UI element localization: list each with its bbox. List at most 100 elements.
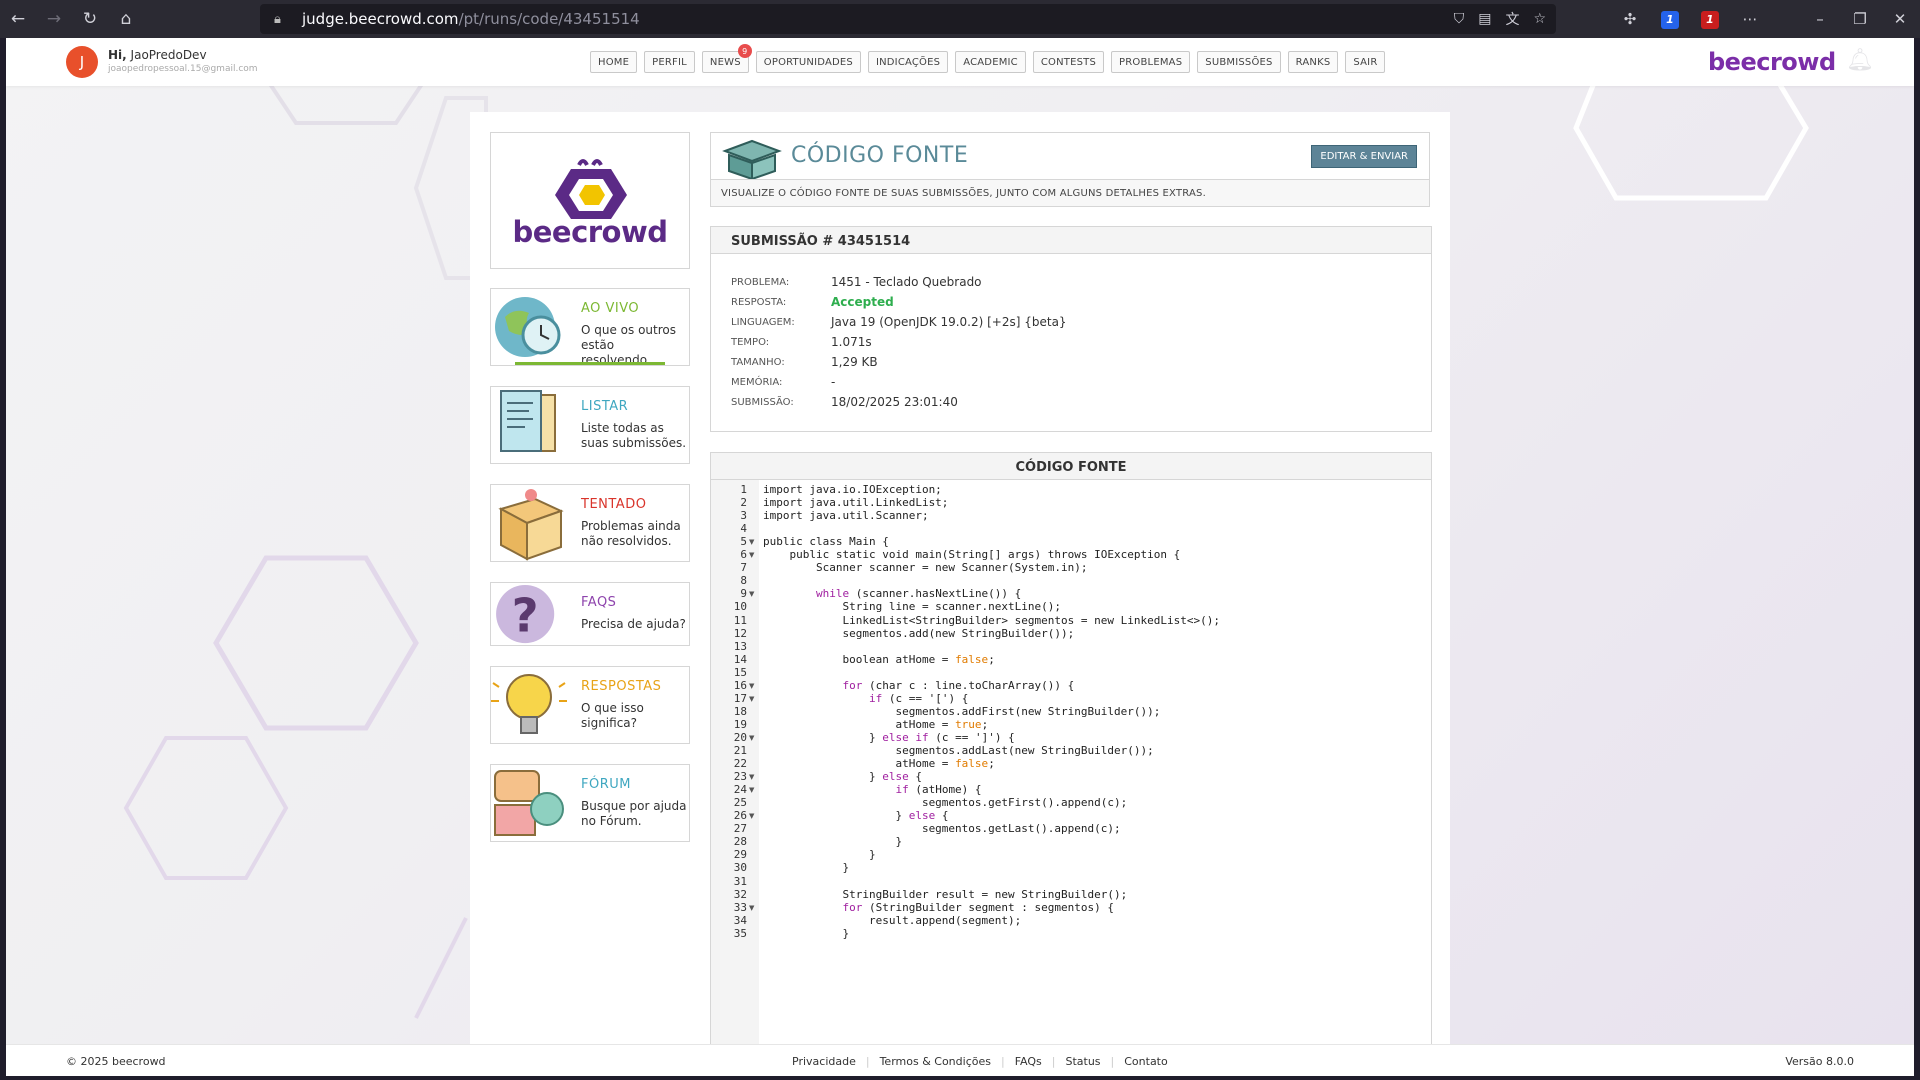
line-number: 21 (733, 744, 747, 757)
shield-icon[interactable]: ⛉ (1454, 11, 1465, 27)
nav-academic[interactable]: ACADEMIC (955, 51, 1026, 73)
source-header: CÓDIGO FONTE EDITAR & ENVIAR VISUALIZE O… (710, 132, 1430, 207)
footer-link-status[interactable]: Status (1065, 1055, 1100, 1068)
line-number: 11 (733, 613, 747, 627)
footer-link-faqs[interactable]: FAQs (1015, 1055, 1042, 1068)
code-line: } else if (c == ']') { (763, 730, 1015, 744)
footer-link-termos[interactable]: Termos & Condições (880, 1055, 991, 1068)
nav-home[interactable]: HOME (590, 51, 638, 73)
fold-toggle-icon[interactable]: ▼ (749, 773, 754, 781)
extension-red-icon[interactable]: 1 (1690, 9, 1730, 29)
footer-link-contato[interactable]: Contato (1124, 1055, 1167, 1068)
nav-sair[interactable]: SAIR (1345, 51, 1386, 73)
line-number: 32 (733, 887, 747, 901)
code-line: LinkedList<StringBuilder> segmentos = ne… (763, 613, 1220, 627)
brand-logo[interactable]: beecrowd (1708, 48, 1836, 76)
nav-news[interactable]: NEWS 9 (701, 44, 752, 73)
card-listar[interactable]: LISTAR Liste todas as suas submissões. (490, 386, 690, 464)
fold-toggle-icon[interactable]: ▼ (749, 904, 754, 912)
bookmark-icon[interactable]: ☆ (1533, 11, 1546, 27)
restore-icon[interactable]: ❐ (1840, 10, 1880, 28)
fold-toggle-icon[interactable]: ▼ (749, 734, 754, 742)
extension-blue-icon[interactable]: 1 (1650, 9, 1690, 29)
open-box-icon (722, 139, 782, 179)
fold-toggle-icon[interactable]: ▼ (749, 682, 754, 690)
nav-problemas[interactable]: PROBLEMAS (1111, 51, 1191, 73)
line-number: 27 (733, 822, 747, 836)
code-line: if (c == '[') { (868, 691, 969, 705)
box-icon (498, 489, 564, 561)
line-number: 15 (733, 665, 747, 679)
lightbulb-icon (491, 674, 567, 734)
line-number: 10 (733, 600, 747, 614)
line-number: 26 (733, 809, 747, 823)
fold-toggle-icon[interactable]: ▼ (749, 551, 754, 559)
code-line: import java.io.IOException; (763, 483, 942, 496)
line-number: 29 (733, 848, 747, 862)
code-heading: CÓDIGO FONTE (711, 453, 1431, 480)
home-icon[interactable]: ⌂ (108, 0, 144, 38)
fold-toggle-icon[interactable]: ▼ (749, 695, 754, 703)
beecrowd-logo-box[interactable]: beecrowd (490, 132, 690, 269)
code-line: if (atHome) { (895, 783, 982, 797)
line-number: 6 (740, 548, 747, 562)
fold-toggle-icon[interactable]: ▼ (749, 812, 754, 820)
nav-ranks[interactable]: RANKS (1287, 51, 1339, 73)
address-bar[interactable]: 🔒︎ judge.beecrowd.com/pt/runs/code/43451… (260, 4, 1556, 34)
fold-toggle-icon[interactable]: ▼ (749, 538, 754, 546)
globe-clock-icon (495, 297, 561, 357)
code-line: segmentos.addLast(new StringBuilder()); (763, 744, 1154, 757)
code-line: while (scanner.hasNextLine()) { (815, 587, 1022, 601)
nav-contests[interactable]: CONTESTS (1032, 51, 1105, 73)
fold-toggle-icon[interactable]: ▼ (749, 590, 754, 598)
nav-submissoes[interactable]: SUBMISSÕES (1197, 51, 1281, 73)
translate-icon[interactable]: 文 (1505, 9, 1519, 29)
card-respostas[interactable]: RESPOSTAS O que isso significa? (490, 666, 690, 744)
card-respostas-title: RESPOSTAS (581, 679, 662, 694)
minimize-icon[interactable]: – (1800, 10, 1840, 28)
menu-icon[interactable]: ⋯ (1730, 10, 1770, 28)
card-forum[interactable]: FÓRUM Busque por ajuda no Fórum. (490, 764, 690, 842)
card-ao-vivo[interactable]: AO VIVO O que os outros estão resolvendo… (490, 288, 690, 367)
bell-icon[interactable]: 🔔︎ (1846, 48, 1874, 73)
field-value-resposta: Accepted (831, 295, 894, 309)
line-number: 12 (733, 626, 747, 640)
card-faqs[interactable]: ? FAQS Precisa de ajuda? (490, 582, 690, 646)
back-icon[interactable]: ← (0, 0, 36, 38)
fold-toggle-icon[interactable]: ▼ (749, 786, 754, 794)
code-line: } (763, 848, 876, 862)
line-number: 3 (740, 509, 747, 523)
code-line: result.append(segment); (763, 913, 1022, 927)
close-icon[interactable]: ✕ (1880, 10, 1920, 28)
nav-indicacoes[interactable]: INDICAÇÕES (867, 51, 949, 73)
line-number: 13 (733, 639, 747, 653)
line-number: 9 (740, 587, 747, 601)
reader-view-icon[interactable]: ▤ (1478, 11, 1491, 27)
line-number: 8 (740, 574, 747, 588)
news-badge: 9 (737, 44, 752, 58)
page-viewport: J Hi, JaoPredoDev joaopedropessoal.15@gm… (6, 38, 1914, 1076)
footer-separator: | (865, 1055, 870, 1068)
nav-perfil[interactable]: PERFIL (644, 51, 695, 73)
line-number: 33 (733, 900, 747, 914)
code-line: atHome = true; (763, 717, 989, 731)
code-line: StringBuilder result = new StringBuilder… (763, 887, 1128, 901)
reload-icon[interactable]: ↻ (72, 0, 108, 38)
footer-link-privacidade[interactable]: Privacidade (792, 1055, 856, 1068)
card-listar-desc: Liste todas as suas submissões. (581, 421, 687, 450)
card-tentado[interactable]: TENTADO Problemas ainda não resolvidos. (490, 484, 690, 562)
forward-icon[interactable]: → (36, 0, 72, 38)
edit-submit-button[interactable]: EDITAR & ENVIAR (1311, 145, 1417, 168)
field-value-problema[interactable]: 1451 - Teclado Quebrado (831, 275, 982, 289)
code-line: for (char c : line.toCharArray()) { (842, 678, 1075, 692)
code-line: String line = scanner.nextLine(); (763, 600, 1062, 614)
line-number: 7 (740, 561, 747, 575)
card-ao-vivo-title: AO VIVO (581, 301, 640, 316)
code-line: } (763, 861, 850, 875)
greeting: Hi, JaoPredoDev (108, 48, 207, 62)
nav-oportunidades[interactable]: OPORTUNIDADES (755, 51, 861, 73)
avatar[interactable]: J (66, 46, 98, 78)
extensions-icon[interactable]: ✣ (1610, 10, 1650, 28)
line-number: 19 (733, 717, 747, 731)
field-label-memoria: MEMÓRIA: (731, 377, 783, 388)
